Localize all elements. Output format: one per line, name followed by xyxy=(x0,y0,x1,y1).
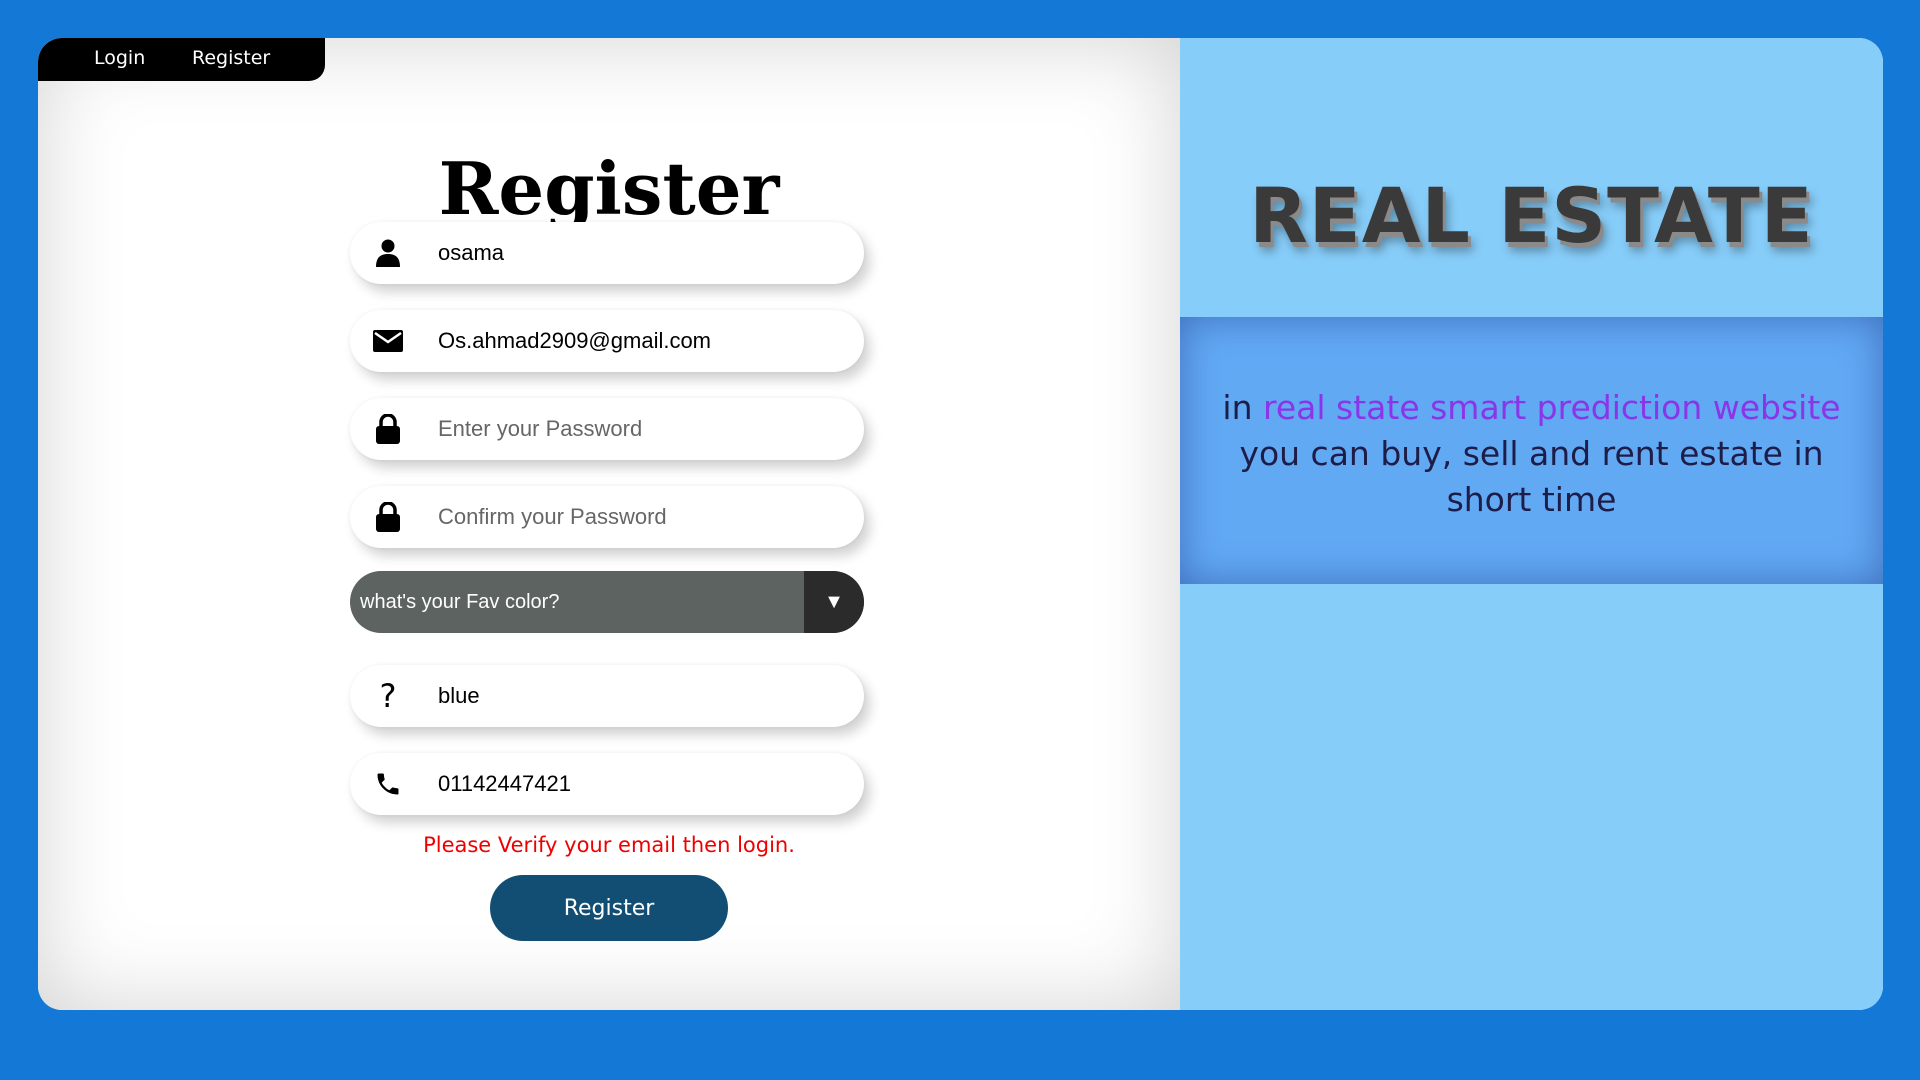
envelope-icon xyxy=(368,310,408,372)
confirm-password-field[interactable] xyxy=(350,486,864,548)
security-answer-field[interactable]: ? xyxy=(350,665,864,727)
register-button[interactable]: Register xyxy=(490,875,728,941)
hero-panel: REAL ESTATE in real state smart predicti… xyxy=(1180,38,1883,1010)
question-icon: ? xyxy=(368,665,408,727)
question-glyph: ? xyxy=(379,677,397,715)
main-card: Login Register Register osama Os.ahmad29… xyxy=(38,38,1883,1010)
security-question-value: what's your Fav color? xyxy=(360,591,560,613)
chevron-down-icon[interactable]: ▼ xyxy=(804,571,864,633)
security-question-select[interactable]: what's your Fav color? ▼ xyxy=(350,571,864,633)
confirm-password-input[interactable] xyxy=(438,486,838,548)
description-band: in real state smart prediction website y… xyxy=(1180,317,1883,584)
email-input[interactable] xyxy=(438,310,838,372)
username-input[interactable] xyxy=(438,222,838,284)
description-highlight: real state smart prediction website xyxy=(1263,388,1841,427)
phone-input[interactable] xyxy=(438,753,838,815)
password-field[interactable] xyxy=(350,398,864,460)
register-panel: Login Register Register osama Os.ahmad29… xyxy=(38,38,1180,1010)
phone-icon xyxy=(368,753,408,815)
phone-field[interactable] xyxy=(350,753,864,815)
error-message: Please Verify your email then login. xyxy=(423,833,795,857)
username-field[interactable] xyxy=(350,222,864,284)
top-nav: Login Register xyxy=(38,38,325,81)
description-prefix: in xyxy=(1222,388,1263,427)
password-input[interactable] xyxy=(438,398,838,460)
user-icon xyxy=(368,222,408,284)
page-title: Register xyxy=(438,146,780,231)
security-answer-input[interactable] xyxy=(438,665,838,727)
description-suffix: you can buy, sell and rent estate in sho… xyxy=(1239,434,1824,519)
nav-login-link[interactable]: Login xyxy=(94,47,145,69)
email-field[interactable] xyxy=(350,310,864,372)
brand-title: REAL ESTATE xyxy=(1249,171,1814,260)
lock-icon xyxy=(368,486,408,548)
description-text: in real state smart prediction website y… xyxy=(1200,385,1863,523)
nav-register-link[interactable]: Register xyxy=(192,47,270,69)
lock-icon xyxy=(368,398,408,460)
